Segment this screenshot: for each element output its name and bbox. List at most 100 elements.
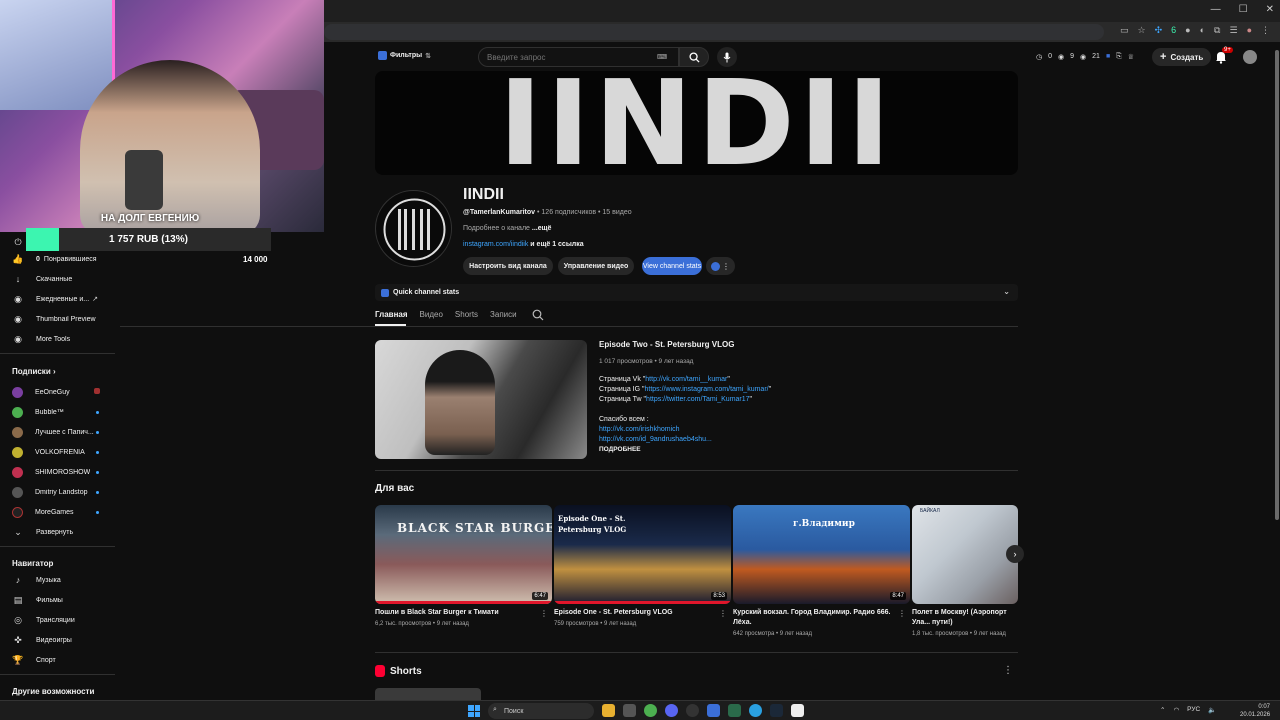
extension-counters[interactable]: ◷ 0 ◉ 9 ◉ 21 ■ ⎘ ♕ (1036, 53, 1134, 61)
sidebar-subscription[interactable]: SHIMOROSHOW (0, 463, 115, 481)
tab-home[interactable]: Главная (375, 310, 408, 319)
url-field[interactable] (324, 24, 1104, 40)
sidebar-item-liked[interactable]: 👍 0 Понравившиеся (0, 250, 115, 268)
menu-dots-icon[interactable]: ⋮ (1261, 25, 1270, 36)
discord-icon[interactable] (665, 704, 678, 717)
video-card[interactable]: Episode One - St. Petersburg VLOG 8:53 E… (554, 505, 731, 627)
windows-start-icon[interactable] (468, 705, 480, 717)
channel-handle[interactable]: @TamerlanKumaritov (463, 209, 535, 216)
sidebar-subscription[interactable]: VOLKOFRENIA (0, 443, 115, 461)
featured-video-thumbnail[interactable] (375, 340, 587, 459)
video-thumbnail[interactable]: г.Владимир 8:47 (733, 505, 910, 604)
description-link[interactable]: http://vk.com/tami__kumar (645, 376, 727, 383)
search-input[interactable] (487, 52, 657, 62)
sidebar-item-thumbnail-preview[interactable]: ◉ Thumbnail Preview (0, 310, 115, 328)
file-explorer-icon[interactable] (602, 704, 615, 717)
sidebar-item-sports[interactable]: 🏆 Спорт (0, 651, 115, 669)
extension-icon[interactable]: ● (1185, 25, 1190, 36)
description-link[interactable]: https://twitter.com/Tami_Kumar17 (646, 396, 749, 403)
video-title[interactable]: Episode One - St. Petersburg VLOG (554, 608, 719, 618)
profile-icon[interactable]: ☰ (1229, 25, 1237, 36)
telegram-icon[interactable] (749, 704, 762, 717)
customize-channel-button[interactable]: Настроить вид канала (463, 257, 553, 275)
sidebar-subscription[interactable]: Bubble™ (0, 403, 115, 421)
video-thumbnail[interactable]: БАЙКАЛ (912, 505, 1018, 604)
more-dots-icon[interactable]: ⋮ (1003, 665, 1013, 676)
keyboard-icon[interactable]: ⌨ (657, 53, 667, 61)
tab-posts[interactable]: Записи (490, 310, 517, 319)
sidebar-item-movies[interactable]: ▤ Фильмы (0, 591, 115, 609)
speaker-icon[interactable]: 🔈 (1208, 706, 1216, 714)
extension-icon[interactable]: ◐ (1200, 25, 1205, 36)
voice-search-button[interactable] (717, 47, 737, 67)
more-dots-icon[interactable]: ⋮ (719, 609, 727, 618)
avatar-icon[interactable]: ● (1247, 25, 1252, 36)
video-card[interactable]: БАЙКАЛ Полет в Москву! (Аэропорт Ула... … (912, 505, 1018, 637)
close-icon[interactable]: ✕ (1266, 4, 1274, 15)
sidebar-item-gaming[interactable]: ✜ Видеоигры (0, 631, 115, 649)
taskbar-search[interactable]: ⌕ Поиск (488, 703, 594, 719)
language-indicator[interactable]: РУС (1187, 706, 1200, 714)
more-dots-icon[interactable]: ⋮ (898, 609, 906, 618)
puzzle-icon[interactable]: ⧉ (1214, 25, 1220, 36)
sidebar-subscription[interactable]: Dmitriy Landstop (0, 483, 115, 501)
bookmark-star-icon[interactable]: ☆ (1138, 25, 1146, 36)
video-title[interactable]: Курский вокзал. Город Владимир. Радио 66… (733, 608, 898, 628)
video-card[interactable]: BLACK STAR BURGER 6:47 Пошли в Black Sta… (375, 505, 552, 627)
carousel-next-button[interactable]: › (1006, 545, 1024, 563)
description-link[interactable]: http://vk.com/irishkhomich (599, 426, 680, 433)
maximize-icon[interactable]: ☐ (1239, 4, 1248, 15)
short-thumbnail[interactable] (375, 688, 481, 700)
chevron-up-icon[interactable]: ⌃ (1160, 706, 1165, 714)
quick-channel-stats[interactable]: Quick channel stats ⌄ (375, 284, 1018, 301)
minimize-icon[interactable]: — (1211, 4, 1221, 15)
video-title[interactable]: Полет в Москву! (Аэропорт Ула... пути!) (912, 608, 1018, 628)
description-more-button[interactable]: ПОДРОБНЕЕ (599, 446, 641, 453)
search-icon[interactable] (532, 309, 544, 321)
video-title[interactable]: Пошли в Black Star Burger к Тимати (375, 608, 540, 618)
sidebar-item-expand[interactable]: ⌄ Развернуть (0, 523, 115, 541)
sidebar-item-more-tools[interactable]: ◉ More Tools (0, 330, 115, 348)
video-thumbnail[interactable]: BLACK STAR BURGER 6:47 (375, 505, 552, 604)
scrollbar-thumb[interactable] (1275, 50, 1279, 520)
taskbar-clock[interactable]: 0:07 20.01.2026 (1240, 703, 1270, 719)
channel-avatar-large[interactable] (375, 190, 452, 267)
store-icon[interactable] (623, 704, 636, 717)
sidebar-subscription[interactable]: EeOneGuy (0, 383, 115, 401)
view-channel-stats-button[interactable]: View channel stats (642, 257, 702, 275)
sidebar-subscription[interactable]: MoreGames (0, 503, 115, 521)
subscriptions-header[interactable]: Подписки › (12, 367, 56, 376)
tab-shorts[interactable]: Shorts (455, 310, 478, 319)
channel-link[interactable]: instagram.com/iindiik (463, 241, 528, 248)
tab-videos[interactable]: Видео (420, 310, 443, 319)
more-dots-icon[interactable]: ⋮ (540, 609, 548, 618)
sidebar-item-live[interactable]: ◎ Трансляции (0, 611, 115, 629)
chrome-icon[interactable] (644, 704, 657, 717)
obs-icon[interactable] (686, 704, 699, 717)
channel-about[interactable]: Подробнее о канале ...ещё (463, 225, 551, 232)
sidebar-item-downloads[interactable]: ↓ Скачанные (0, 270, 115, 288)
sidebar-item-history[interactable]: ⏻ (0, 233, 115, 251)
search-button[interactable] (679, 47, 709, 67)
app-icon[interactable] (707, 704, 720, 717)
extension-icon[interactable]: 6 (1171, 25, 1176, 36)
wifi-icon[interactable]: ◠ (1173, 706, 1179, 714)
channel-extension-menu[interactable]: ⋮ (706, 257, 735, 275)
featured-video-title[interactable]: Episode Two - St. Petersburg VLOG (599, 340, 734, 349)
create-button[interactable]: + Создать (1152, 48, 1212, 66)
sidebar-subscription[interactable]: Лучшее с Папич... (0, 423, 115, 441)
description-link[interactable]: http://vk.com/id_9andrushaeb4shu... (599, 436, 712, 443)
sidebar-item-music[interactable]: ♪ Музыка (0, 571, 115, 589)
channel-links[interactable]: instagram.com/iindiik и ещё 1 ссылка (463, 241, 584, 248)
extension-icon[interactable]: ✣ (1155, 25, 1163, 36)
sidebar-item-daily[interactable]: ◉ Ежедневные и... ↗ (0, 290, 115, 308)
video-thumbnail[interactable]: Episode One - St. Petersburg VLOG 8:53 (554, 505, 731, 604)
manage-videos-button[interactable]: Управление видео (558, 257, 634, 275)
app-icon[interactable] (728, 704, 741, 717)
description-link[interactable]: https://www.instagram.com/tami_kumar/ (645, 386, 769, 393)
account-avatar[interactable] (1243, 50, 1257, 64)
video-card[interactable]: г.Владимир 8:47 Курский вокзал. Город Вл… (733, 505, 910, 637)
filters-button[interactable]: Фильтры ⇅ (378, 51, 431, 60)
cast-icon[interactable]: ▭ (1120, 25, 1129, 36)
app-icon[interactable] (791, 704, 804, 717)
